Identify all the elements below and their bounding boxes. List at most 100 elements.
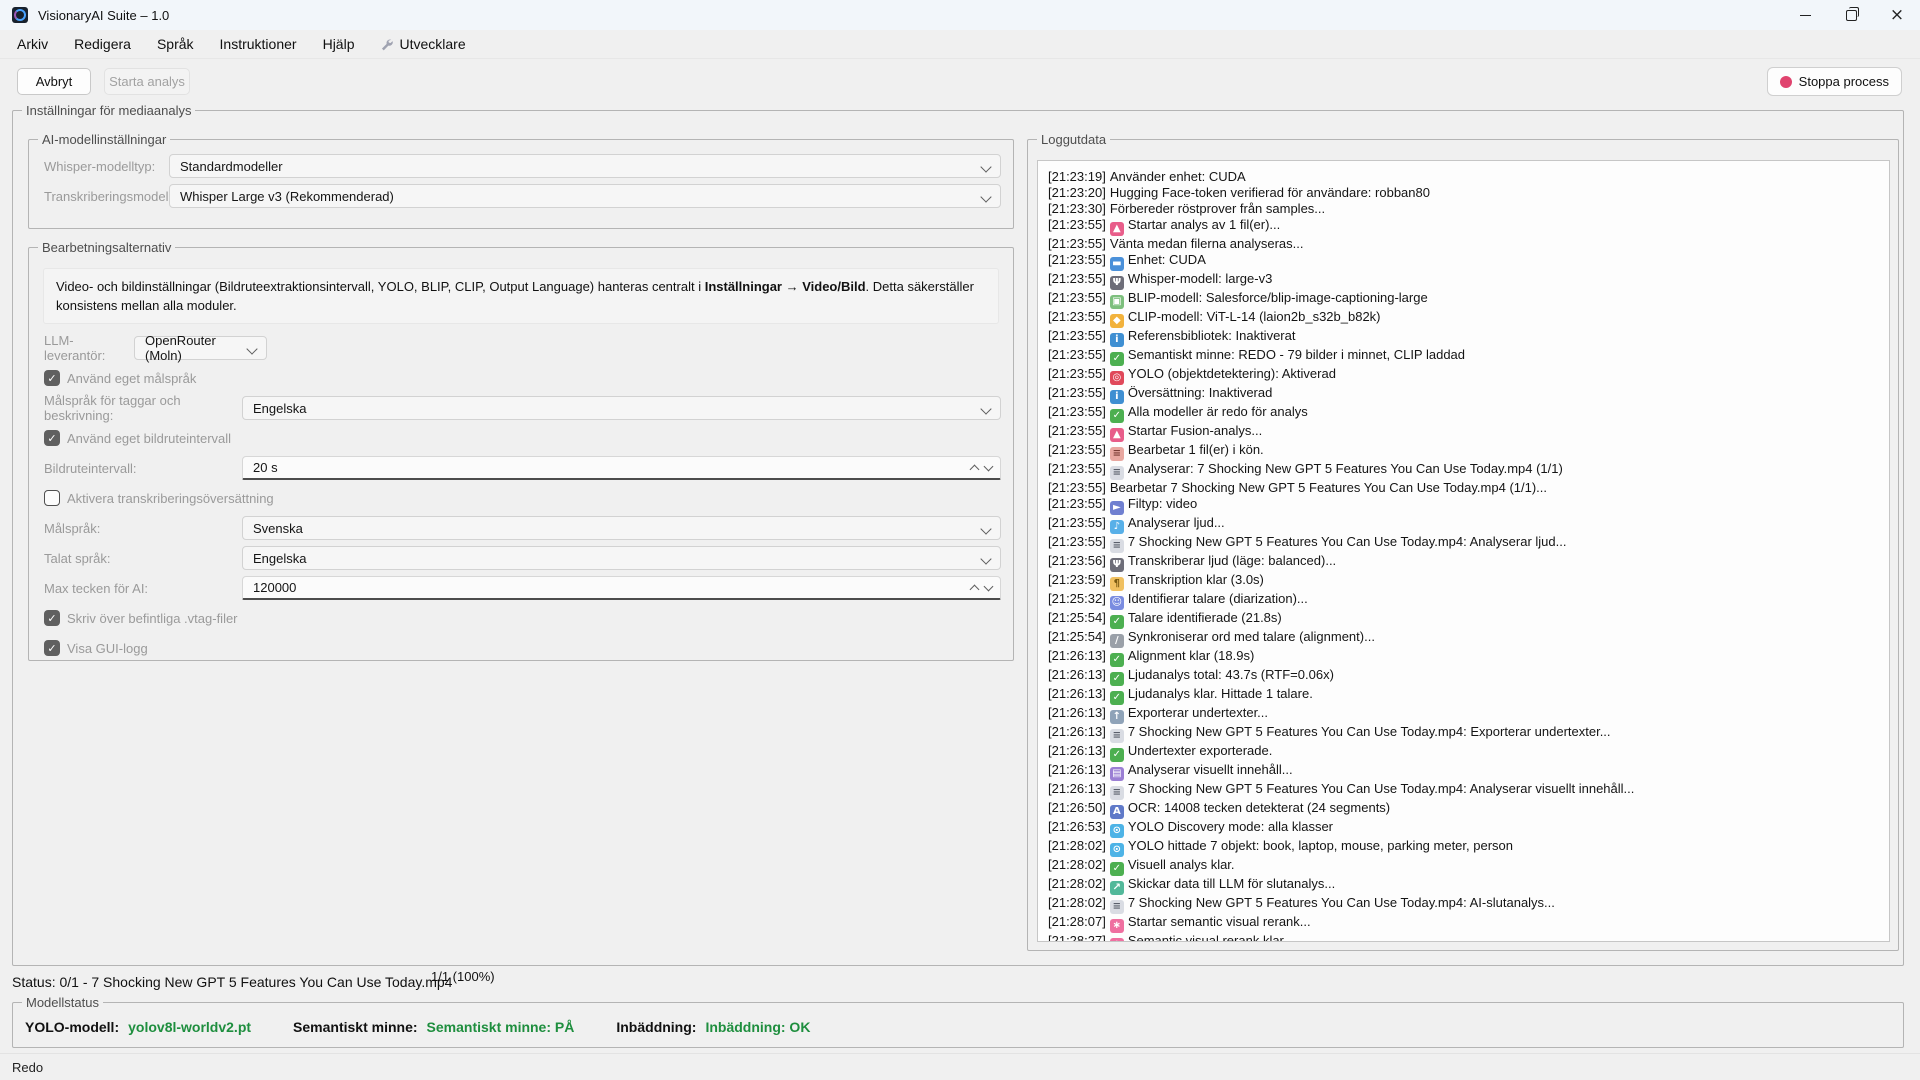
whisper-modelltyp-combobox[interactable]: Standardmodeller	[169, 154, 1001, 178]
rocket-icon: ▲	[1110, 428, 1124, 442]
skriv-over-befintliga-vtag-filer-checkbox[interactable]: ✓Skriv över befintliga .vtag-filer	[44, 606, 1013, 630]
log-line: [21:25:54]✓Talare identifierade (21.8s)	[1048, 610, 1879, 629]
log-line: [21:23:55]Vänta medan filerna analyseras…	[1048, 236, 1879, 252]
talat-sprak-label: Talat språk:	[44, 551, 242, 566]
anvand-eget-malsprak-checkbox[interactable]: ✓Använd eget målspråk	[44, 366, 1013, 390]
image-icon: ▣	[1110, 295, 1124, 309]
spin-up-icon[interactable]	[970, 464, 980, 474]
aktivera-transkriberingsoversattning-checkbox[interactable]: Aktivera transkriberingsöversättning	[44, 486, 1013, 510]
menu-item-utvecklare[interactable]: Utvecklare	[367, 30, 478, 58]
media-analysis-settings-label: Inställningar för mediaanalys	[22, 103, 195, 118]
microphone-icon: Ψ	[1110, 276, 1124, 290]
menu-item-hjalp[interactable]: Hjälp	[310, 30, 368, 58]
status-bar: Redo	[0, 1053, 1920, 1080]
llm-leverantor-label: LLM-leverantör:	[44, 333, 134, 363]
llm-leverantor-combobox[interactable]: OpenRouter (Moln)	[134, 336, 267, 360]
unchecked-checkbox-icon	[44, 490, 60, 506]
log-line: [21:25:32]☺Identifierar talare (diarizat…	[1048, 591, 1879, 610]
info-icon: i	[1110, 390, 1124, 404]
menu-item-arkiv[interactable]: Arkiv	[4, 30, 61, 58]
log-line: [21:26:13]↑Exporterar undertexter...	[1048, 705, 1879, 724]
start-analysis-button[interactable]: Starta analys	[104, 68, 190, 95]
yolo-modell-label: YOLO-modell:	[25, 1019, 119, 1035]
ai-model-settings-group: AI-modellinställningar Whisper-modelltyp…	[28, 139, 1014, 229]
log-line: [21:26:13]✓Ljudanalys total: 43.7s (RTF=…	[1048, 667, 1879, 686]
target-icon: ◎	[1110, 371, 1124, 385]
log-line: [21:28:07]∗Startar semantic visual reran…	[1048, 914, 1879, 933]
ai-model-settings-label: AI-modellinställningar	[38, 132, 170, 147]
menu-item-instruktioner[interactable]: Instruktioner	[207, 30, 310, 58]
spin-down-icon[interactable]	[984, 462, 994, 472]
max-tecken-for-ai-label: Max tecken för AI:	[44, 581, 242, 596]
check-icon: ✓	[1110, 862, 1124, 876]
people-icon: ☺	[1110, 596, 1124, 610]
stop-process-button[interactable]: Stoppa process	[1767, 67, 1902, 96]
log-line: [21:26:13]✓Undertexter exporterade.	[1048, 743, 1879, 762]
menu-item-sprak[interactable]: Språk	[144, 30, 207, 58]
visa-gui-logg-checkbox[interactable]: ✓Visa GUI-logg	[44, 636, 1013, 660]
minimize-icon[interactable]	[1782, 0, 1828, 30]
send-icon: ↗	[1110, 881, 1124, 895]
menu-item-redigera[interactable]: Redigera	[61, 30, 144, 58]
malsprak-for-taggar-och-beskrivning-combobox[interactable]: Engelska	[242, 396, 1001, 420]
abc-icon: A	[1110, 805, 1124, 819]
document-icon: ≡	[1110, 466, 1124, 480]
log-line: [21:26:13]✓Alignment klar (18.9s)	[1048, 648, 1879, 667]
video-icon: ►	[1110, 501, 1124, 515]
close-icon[interactable]: ×	[1874, 0, 1920, 30]
document-icon: ≡	[1110, 786, 1124, 800]
yolo-modell-value: yolov8l-worldv2.pt	[128, 1019, 251, 1035]
check-icon: ✓	[1110, 691, 1124, 705]
log-line: [21:23:55]≡7 Shocking New GPT 5 Features…	[1048, 534, 1879, 553]
max-tecken-for-ai-spinbox[interactable]: 120000	[242, 576, 1001, 600]
check-icon: ✓	[1110, 653, 1124, 667]
transkriberingsmodell-combobox[interactable]: Whisper Large v3 (Rekommenderad)	[169, 184, 1001, 208]
cancel-button[interactable]: Avbryt	[17, 68, 91, 95]
chevron-down-icon	[980, 403, 991, 414]
log-textarea[interactable]: [21:23:19]Använder enhet: CUDA[21:23:20]…	[1037, 160, 1890, 942]
music-icon: ♪	[1110, 520, 1124, 534]
log-line: [21:23:55]✓Alla modeller är redo för ana…	[1048, 404, 1879, 423]
log-line: [21:23:55]≡Bearbetar 1 fil(er) i kön.	[1048, 442, 1879, 461]
log-line: [21:23:55]♪Analyserar ljud...	[1048, 515, 1879, 534]
menu-bar: ArkivRedigeraSpråkInstruktionerHjälpUtve…	[0, 30, 1920, 59]
log-line: [21:28:02]✓Visuell analys klar.	[1048, 857, 1879, 876]
maximize-restore-icon[interactable]	[1828, 0, 1874, 30]
log-line: [21:23:55]◎YOLO (objektdetektering): Akt…	[1048, 366, 1879, 385]
log-output-label: Loggutdata	[1037, 132, 1110, 147]
status-text: Status: 0/1 - 7 Shocking New GPT 5 Featu…	[12, 974, 452, 990]
processing-options-label: Bearbetningsalternativ	[38, 240, 175, 255]
rocket-icon: ▲	[1110, 222, 1124, 236]
processing-options-group: Bearbetningsalternativ Video- och bildin…	[28, 247, 1014, 661]
chevron-down-icon	[980, 161, 991, 172]
anvand-eget-bildruteintervall-checkbox[interactable]: ✓Använd eget bildruteintervall	[44, 426, 1013, 450]
checked-checkbox-icon: ✓	[44, 610, 60, 626]
log-line: [21:28:02]⊙YOLO hittade 7 objekt: book, …	[1048, 838, 1879, 857]
spin-down-icon[interactable]	[984, 582, 994, 592]
semantiskt-minne-label: Semantiskt minne:	[293, 1019, 417, 1035]
malsprak-for-taggar-och-beskrivning-label: Målspråk för taggar och beskrivning:	[44, 393, 242, 423]
tag-icon: ◆	[1110, 314, 1124, 328]
window-title: VisionaryAI Suite – 1.0	[38, 8, 169, 23]
log-line: [21:28:02]≡7 Shocking New GPT 5 Features…	[1048, 895, 1879, 914]
log-line: [21:28:02]↗Skickar data till LLM för slu…	[1048, 876, 1879, 895]
log-line: [21:26:13]≡7 Shocking New GPT 5 Features…	[1048, 781, 1879, 800]
log-line: [21:23:55]≡Analyserar: 7 Shocking New GP…	[1048, 461, 1879, 480]
log-line: [21:23:55]Bearbetar 7 Shocking New GPT 5…	[1048, 480, 1879, 496]
spin-up-icon[interactable]	[970, 584, 980, 594]
talat-sprak-combobox[interactable]: Engelska	[242, 546, 1001, 570]
log-line: [21:26:50]AOCR: 14008 tecken detekterat …	[1048, 800, 1879, 819]
malsprak-label: Målspråk:	[44, 521, 242, 536]
app-window: VisionaryAI Suite – 1.0 × ArkivRedigeraS…	[0, 0, 1920, 1080]
malsprak-combobox[interactable]: Svenska	[242, 516, 1001, 540]
log-line: [21:23:56]ΨTranskriberar ljud (läge: bal…	[1048, 553, 1879, 572]
check-icon: ✓	[1110, 352, 1124, 366]
check-icon: ✓	[1110, 615, 1124, 629]
statusbar-text: Redo	[12, 1060, 43, 1075]
document-icon: ≡	[1110, 729, 1124, 743]
bildruteintervall-spinbox[interactable]: 20 s	[242, 456, 1001, 480]
transkriberingsmodell-label: Transkriberingsmodell:	[44, 189, 169, 204]
inbaddning-value: Inbäddning: OK	[705, 1019, 810, 1035]
magnifier-icon: ⊙	[1110, 843, 1124, 857]
chevron-down-icon	[980, 553, 991, 564]
